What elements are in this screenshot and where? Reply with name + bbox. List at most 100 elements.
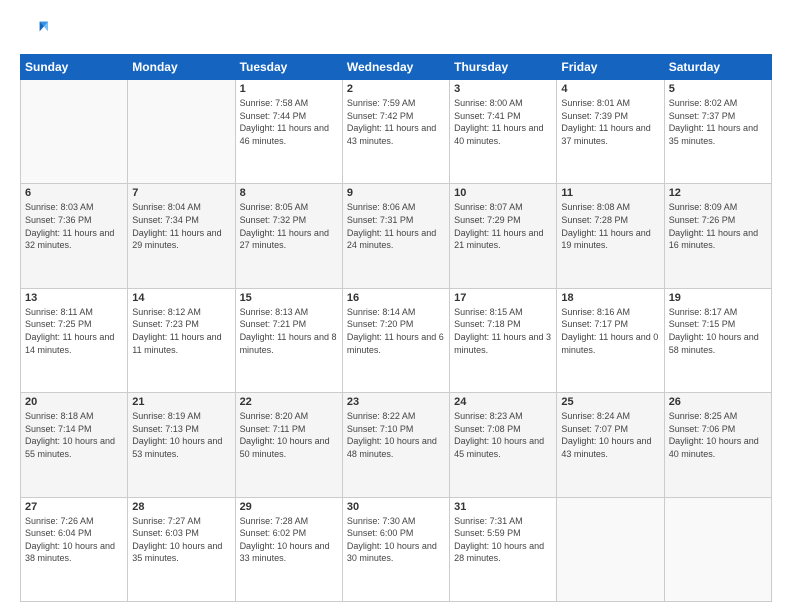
- calendar-cell: 28Sunrise: 7:27 AMSunset: 6:03 PMDayligh…: [128, 497, 235, 601]
- day-number: 29: [240, 501, 338, 513]
- day-info: Sunrise: 7:31 AMSunset: 5:59 PMDaylight:…: [454, 515, 552, 565]
- calendar-cell: [128, 80, 235, 184]
- day-info: Sunrise: 8:01 AMSunset: 7:39 PMDaylight:…: [561, 97, 659, 147]
- day-info: Sunrise: 7:26 AMSunset: 6:04 PMDaylight:…: [25, 515, 123, 565]
- day-number: 14: [132, 292, 230, 304]
- day-number: 19: [669, 292, 767, 304]
- day-number: 24: [454, 396, 552, 408]
- day-number: 9: [347, 187, 445, 199]
- header-monday: Monday: [128, 55, 235, 80]
- calendar-cell: 23 Sunrise: 8:22 AMSunset: 7:10 PMDayligh…: [342, 393, 449, 497]
- week-row-3: 13 Sunrise: 8:11 AMSunset: 7:25 PMDayligh…: [21, 288, 772, 392]
- logo: [20, 16, 52, 44]
- calendar-cell: 3 Sunrise: 8:00 AMSunset: 7:41 PMDaylight…: [450, 80, 557, 184]
- day-number: 6: [25, 187, 123, 199]
- calendar-cell: 29 Sunrise: 7:28 AMSunset: 6:02 PMDayligh…: [235, 497, 342, 601]
- day-number: 13: [25, 292, 123, 304]
- day-info: Sunrise: 8:15 AMSunset: 7:18 PMDaylight:…: [454, 306, 552, 356]
- day-info: Sunrise: 8:23 AMSunset: 7:08 PMDaylight:…: [454, 410, 552, 460]
- calendar-cell: 22 Sunrise: 8:20 AMSunset: 7:11 PMDayligh…: [235, 393, 342, 497]
- calendar-cell: [664, 497, 771, 601]
- calendar-table: SundayMondayTuesdayWednesdayThursdayFrid…: [20, 54, 772, 602]
- week-row-4: 20 Sunrise: 8:18 AMSunset: 7:14 PMDayligh…: [21, 393, 772, 497]
- week-row-1: 1 Sunrise: 7:58 AMSunset: 7:44 PMDaylight…: [21, 80, 772, 184]
- day-info: Sunrise: 8:02 AMSunset: 7:37 PMDaylight:…: [669, 97, 767, 147]
- header-tuesday: Tuesday: [235, 55, 342, 80]
- calendar-cell: 13 Sunrise: 8:11 AMSunset: 7:25 PMDayligh…: [21, 288, 128, 392]
- header-saturday: Saturday: [664, 55, 771, 80]
- week-row-5: 27 Sunrise: 7:26 AMSunset: 6:04 PMDayligh…: [21, 497, 772, 601]
- day-number: 23: [347, 396, 445, 408]
- calendar-cell: 25 Sunrise: 8:24 AMSunset: 7:07 PMDayligh…: [557, 393, 664, 497]
- day-number: 26: [669, 396, 767, 408]
- day-number: 21: [132, 396, 230, 408]
- calendar-cell: 17 Sunrise: 8:15 AMSunset: 7:18 PMDayligh…: [450, 288, 557, 392]
- day-number: 1: [240, 83, 338, 95]
- calendar-cell: 20 Sunrise: 8:18 AMSunset: 7:14 PMDayligh…: [21, 393, 128, 497]
- day-info: Sunrise: 8:11 AMSunset: 7:25 PMDaylight:…: [25, 306, 123, 356]
- day-number: 20: [25, 396, 123, 408]
- day-info: Sunrise: 8:07 AMSunset: 7:29 PMDaylight:…: [454, 201, 552, 251]
- day-number: 16: [347, 292, 445, 304]
- day-number: 28: [132, 501, 230, 513]
- header-friday: Friday: [557, 55, 664, 80]
- day-number: 25: [561, 396, 659, 408]
- day-info: Sunrise: 8:17 AMSunset: 7:15 PMDaylight:…: [669, 306, 767, 356]
- calendar-cell: 11Sunrise: 8:08 AMSunset: 7:28 PMDayligh…: [557, 184, 664, 288]
- day-info: Sunrise: 8:04 AMSunset: 7:34 PMDaylight:…: [132, 201, 230, 251]
- header-row: SundayMondayTuesdayWednesdayThursdayFrid…: [21, 55, 772, 80]
- day-number: 15: [240, 292, 338, 304]
- calendar-cell: 26 Sunrise: 8:25 AMSunset: 7:06 PMDayligh…: [664, 393, 771, 497]
- calendar-cell: 31 Sunrise: 7:31 AMSunset: 5:59 PMDayligh…: [450, 497, 557, 601]
- day-number: 18: [561, 292, 659, 304]
- day-info: Sunrise: 8:00 AMSunset: 7:41 PMDaylight:…: [454, 97, 552, 147]
- header-wednesday: Wednesday: [342, 55, 449, 80]
- calendar-cell: 24 Sunrise: 8:23 AMSunset: 7:08 PMDayligh…: [450, 393, 557, 497]
- calendar-cell: 4 Sunrise: 8:01 AMSunset: 7:39 PMDaylight…: [557, 80, 664, 184]
- day-number: 27: [25, 501, 123, 513]
- calendar-cell: [21, 80, 128, 184]
- day-number: 8: [240, 187, 338, 199]
- day-info: Sunrise: 8:16 AMSunset: 7:17 PMDaylight:…: [561, 306, 659, 356]
- calendar-cell: 21 Sunrise: 8:19 AMSunset: 7:13 PMDayligh…: [128, 393, 235, 497]
- day-info: Sunrise: 8:12 AMSunset: 7:23 PMDaylight:…: [132, 306, 230, 356]
- day-number: 10: [454, 187, 552, 199]
- day-number: 31: [454, 501, 552, 513]
- calendar-cell: 7 Sunrise: 8:04 AMSunset: 7:34 PMDaylight…: [128, 184, 235, 288]
- day-info: Sunrise: 7:58 AMSunset: 7:44 PMDaylight:…: [240, 97, 338, 147]
- calendar-cell: 30 Sunrise: 7:30 AMSunset: 6:00 PMDayligh…: [342, 497, 449, 601]
- day-number: 2: [347, 83, 445, 95]
- day-number: 22: [240, 396, 338, 408]
- day-info: Sunrise: 8:19 AMSunset: 7:13 PMDaylight:…: [132, 410, 230, 460]
- day-info: Sunrise: 8:24 AMSunset: 7:07 PMDaylight:…: [561, 410, 659, 460]
- day-info: Sunrise: 8:09 AMSunset: 7:26 PMDaylight:…: [669, 201, 767, 251]
- calendar-cell: 6 Sunrise: 8:03 AMSunset: 7:36 PMDaylight…: [21, 184, 128, 288]
- day-info: Sunrise: 8:03 AMSunset: 7:36 PMDaylight:…: [25, 201, 123, 251]
- week-row-2: 6 Sunrise: 8:03 AMSunset: 7:36 PMDaylight…: [21, 184, 772, 288]
- calendar-cell: 14 Sunrise: 8:12 AMSunset: 7:23 PMDayligh…: [128, 288, 235, 392]
- calendar-cell: 8Sunrise: 8:05 AMSunset: 7:32 PMDaylight…: [235, 184, 342, 288]
- calendar-cell: 10 Sunrise: 8:07 AMSunset: 7:29 PMDayligh…: [450, 184, 557, 288]
- day-info: Sunrise: 8:25 AMSunset: 7:06 PMDaylight:…: [669, 410, 767, 460]
- day-info: Sunrise: 7:30 AMSunset: 6:00 PMDaylight:…: [347, 515, 445, 565]
- day-info: Sunrise: 7:28 AMSunset: 6:02 PMDaylight:…: [240, 515, 338, 565]
- day-info: Sunrise: 8:22 AMSunset: 7:10 PMDaylight:…: [347, 410, 445, 460]
- day-number: 4: [561, 83, 659, 95]
- header-thursday: Thursday: [450, 55, 557, 80]
- day-info: Sunrise: 8:20 AMSunset: 7:11 PMDaylight:…: [240, 410, 338, 460]
- day-number: 17: [454, 292, 552, 304]
- day-number: 30: [347, 501, 445, 513]
- calendar-cell: 16 Sunrise: 8:14 AMSunset: 7:20 PMDayligh…: [342, 288, 449, 392]
- calendar-cell: 19 Sunrise: 8:17 AMSunset: 7:15 PMDayligh…: [664, 288, 771, 392]
- day-number: 12: [669, 187, 767, 199]
- day-info: Sunrise: 8:08 AMSunset: 7:28 PMDaylight:…: [561, 201, 659, 251]
- calendar-cell: 9Sunrise: 8:06 AMSunset: 7:31 PMDaylight…: [342, 184, 449, 288]
- calendar-cell: 27 Sunrise: 7:26 AMSunset: 6:04 PMDayligh…: [21, 497, 128, 601]
- calendar-cell: 1 Sunrise: 7:58 AMSunset: 7:44 PMDaylight…: [235, 80, 342, 184]
- calendar-cell: 2Sunrise: 7:59 AMSunset: 7:42 PMDaylight…: [342, 80, 449, 184]
- page: SundayMondayTuesdayWednesdayThursdayFrid…: [0, 0, 792, 612]
- day-info: Sunrise: 8:14 AMSunset: 7:20 PMDaylight:…: [347, 306, 445, 356]
- day-info: Sunrise: 8:18 AMSunset: 7:14 PMDaylight:…: [25, 410, 123, 460]
- day-number: 7: [132, 187, 230, 199]
- day-number: 3: [454, 83, 552, 95]
